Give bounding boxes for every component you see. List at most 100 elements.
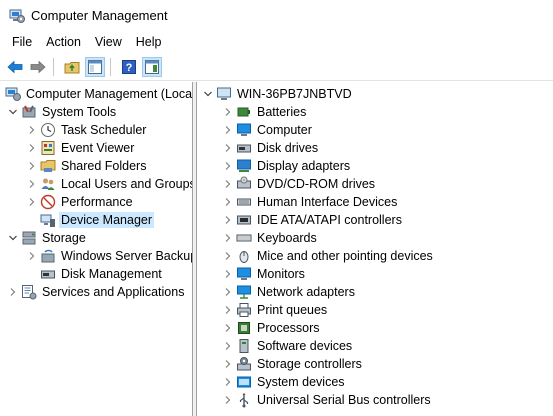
device-category-row[interactable]: IDE ATA/ATAPI controllers [223,211,404,229]
device-host-row[interactable]: WIN-36PB7JNBTVD [203,85,354,103]
chevron-right-icon[interactable] [8,287,18,297]
device-category-label: Universal Serial Bus controllers [257,393,431,407]
window-title: Computer Management [31,8,168,23]
device-list: WIN-36PB7JNBTVD Batteries Computer Disk … [197,82,553,416]
tree-item-label: Windows Server Backup [61,249,193,263]
show-hide-action-pane-button[interactable] [142,56,162,77]
back-arrow-icon [7,60,23,73]
device-category-row[interactable]: Computer [223,121,314,139]
device-category-label: System devices [257,375,345,389]
menu-help[interactable]: Help [129,31,169,53]
tree-item-windows-server-backup[interactable]: Windows Server Backup [27,247,193,265]
chevron-right-icon[interactable] [223,287,233,297]
chevron-right-icon[interactable] [27,161,37,171]
chevron-right-icon[interactable] [223,161,233,171]
menu-file[interactable]: File [5,31,39,53]
tree-item-system-tools[interactable]: System Tools [8,103,118,121]
up-folder-button[interactable] [62,57,82,77]
device-category-row[interactable]: Human Interface Devices [223,193,399,211]
device-category-label: Software devices [257,339,353,353]
chevron-right-icon[interactable] [223,305,233,315]
forward-arrow-icon [30,60,46,73]
forward-button[interactable] [28,57,48,77]
chevron-down-icon[interactable] [8,107,18,117]
device-category-label: Network adapters [257,285,355,299]
device-category-row[interactable]: System devices [223,373,347,391]
action-pane-icon [145,59,159,74]
chevron-right-icon[interactable] [223,233,233,243]
chevron-right-icon[interactable] [27,143,37,153]
tree-item-services-applications[interactable]: Services and Applications [8,283,186,301]
tree-item-label: Device Manager [59,212,155,228]
chevron-right-icon[interactable] [223,215,233,225]
chevron-down-icon[interactable] [203,89,213,99]
tree-item-label: Shared Folders [61,159,147,173]
tree-root-label: Computer Management (Local [26,87,193,101]
tree-root[interactable]: Computer Management (Local [3,85,193,103]
show-hide-console-tree-button[interactable] [85,56,105,77]
tree-item-device-manager[interactable]: Device Manager [37,211,155,229]
device-category-label: Print queues [257,303,328,317]
chevron-right-icon[interactable] [223,323,233,333]
device-category-row[interactable]: Software devices [223,337,354,355]
tree-item-shared-folders[interactable]: Shared Folders [27,157,148,175]
shared-folder-icon [40,160,56,172]
device-category-row[interactable]: Storage controllers [223,355,364,373]
tree-item-local-users-groups[interactable]: Local Users and Groups [27,175,192,193]
chevron-right-icon[interactable] [223,395,233,405]
back-button[interactable] [5,57,25,77]
chevron-down-icon[interactable] [8,233,18,243]
chevron-right-icon[interactable] [223,341,233,351]
device-category-label: Disk drives [257,141,319,155]
chevron-right-icon[interactable] [223,107,233,117]
device-category-label: Batteries [257,105,307,119]
tree-item-storage[interactable]: Storage [8,229,88,247]
event-viewer-icon [41,141,55,155]
menu-view[interactable]: View [88,31,129,53]
disk-drive-icon [237,144,251,153]
device-category-row[interactable]: DVD/CD-ROM drives [223,175,377,193]
mouse-icon [239,251,249,263]
device-category-row[interactable]: Print queues [223,301,329,319]
chevron-right-icon[interactable] [223,125,233,135]
keyboard-icon [236,234,252,242]
chevron-right-icon[interactable] [223,179,233,189]
device-category-row[interactable]: Mice and other pointing devices [223,247,435,265]
tree-item-performance[interactable]: Performance [27,193,135,211]
chevron-right-icon[interactable] [27,179,37,189]
battery-icon [237,107,250,117]
tree-item-task-scheduler[interactable]: Task Scheduler [27,121,148,139]
usb-icon [239,393,249,408]
monitor-icon [237,123,251,136]
device-category-row[interactable]: Display adapters [223,157,352,175]
help-button[interactable]: ? [119,57,139,77]
tree-item-disk-management[interactable]: Disk Management [37,265,164,283]
console-tree-icon [88,59,102,74]
device-category-row[interactable]: Batteries [223,103,308,121]
chevron-right-icon[interactable] [223,251,233,261]
tree-item-label: Event Viewer [61,141,135,155]
device-category-row[interactable]: Processors [223,319,322,337]
chevron-right-icon[interactable] [223,377,233,387]
console-tree: Computer Management (Local System Tools … [0,82,193,416]
menu-action[interactable]: Action [39,31,88,53]
device-category-label: IDE ATA/ATAPI controllers [257,213,402,227]
chevron-right-icon[interactable] [223,143,233,153]
chevron-right-icon[interactable] [223,359,233,369]
tree-item-label: Performance [61,195,133,209]
tree-item-event-viewer[interactable]: Event Viewer [27,139,136,157]
device-category-row[interactable]: Monitors [223,265,307,283]
chevron-right-icon[interactable] [27,125,37,135]
chevron-right-icon[interactable] [27,197,37,207]
backup-icon [41,249,55,263]
chevron-right-icon[interactable] [27,251,37,261]
device-category-row[interactable]: Keyboards [223,229,319,247]
computer-management-icon [5,87,21,101]
chevron-right-icon[interactable] [223,197,233,207]
chevron-right-icon[interactable] [223,269,233,279]
services-icon [22,285,37,300]
device-category-row[interactable]: Universal Serial Bus controllers [223,391,433,409]
device-category-row[interactable]: Network adapters [223,283,357,301]
device-category-row[interactable]: Disk drives [223,139,320,157]
tree-item-label: Services and Applications [42,285,185,299]
